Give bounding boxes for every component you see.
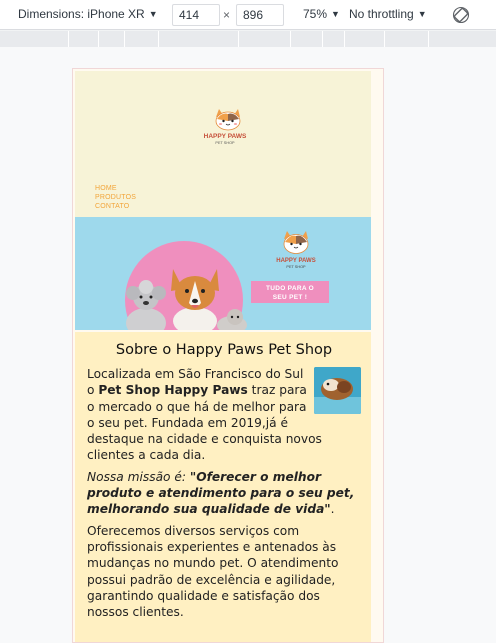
- chevron-down-icon: ▼: [417, 9, 427, 19]
- hero-banner: HAPPY PAWS PET SHOP TUDO PARA O SEU PET …: [75, 217, 371, 330]
- about-title: Sobre o Happy Paws Pet Shop: [115, 342, 333, 358]
- throttling-label: No throttling: [349, 7, 414, 21]
- nav-produtos[interactable]: PRODUTOS: [95, 193, 136, 202]
- small-dog-image: [217, 309, 247, 330]
- about-section: Sobre o Happy Paws Pet Shop Localizada e…: [75, 332, 371, 642]
- logo-text: HAPPY PAWS: [204, 133, 247, 140]
- brand-name-bold: Pet Shop Happy Paws: [98, 383, 248, 398]
- device-select-label: Dimensions: iPhone XR: [18, 7, 145, 21]
- media-query-ruler[interactable]: [0, 31, 496, 47]
- nav-home[interactable]: HOME: [95, 184, 136, 193]
- devtools-device-toolbar: Dimensions: iPhone XR ▼ 414 × 896 75% ▼ …: [0, 0, 496, 30]
- mission-end: .: [330, 502, 335, 517]
- zoom-select[interactable]: 75% ▼: [303, 7, 340, 21]
- throttling-select[interactable]: No throttling ▼: [349, 7, 427, 21]
- site-header: HAPPY PAWS PET SHOP HOME PRODUTOS CONTAT…: [75, 71, 371, 217]
- poodle-image: [126, 280, 166, 330]
- mission-lead: Nossa missão é:: [87, 469, 190, 484]
- height-input[interactable]: 896: [236, 4, 284, 26]
- about-paragraph-3: Oferecemos diversos serviços com profiss…: [87, 523, 339, 620]
- device-select[interactable]: Dimensions: iPhone XR ▼: [18, 7, 158, 21]
- cta-line-2: SEU PET !: [272, 294, 308, 301]
- guinea-pig-photo: [314, 367, 361, 414]
- width-input[interactable]: 414: [172, 4, 220, 26]
- chevron-down-icon: ▼: [331, 9, 340, 19]
- device-viewport: HAPPY PAWS PET SHOP HOME PRODUTOS CONTAT…: [72, 68, 384, 643]
- happy-paws-logo[interactable]: HAPPY PAWS PET SHOP: [197, 109, 253, 147]
- zoom-label: 75%: [303, 7, 328, 21]
- dimension-separator: ×: [223, 8, 231, 22]
- main-nav: HOME PRODUTOS CONTATO: [95, 184, 136, 211]
- banner-logo: HAPPY PAWS PET SHOP: [276, 231, 316, 269]
- chevron-down-icon: ▼: [148, 9, 158, 19]
- cta-button[interactable]: TUDO PARA O SEU PET !: [251, 281, 329, 303]
- mission-paragraph: Nossa missão é: "Oferecer o melhor produ…: [87, 469, 361, 518]
- banner-logo-text: HAPPY PAWS: [276, 258, 315, 264]
- banner-logo-subtext: PET SHOP: [286, 265, 306, 269]
- cta-line-1: TUDO PARA O: [265, 285, 315, 292]
- rotate-icon[interactable]: [452, 6, 470, 24]
- nav-contato[interactable]: CONTATO: [95, 202, 136, 211]
- logo-subtext: PET SHOP: [215, 141, 235, 145]
